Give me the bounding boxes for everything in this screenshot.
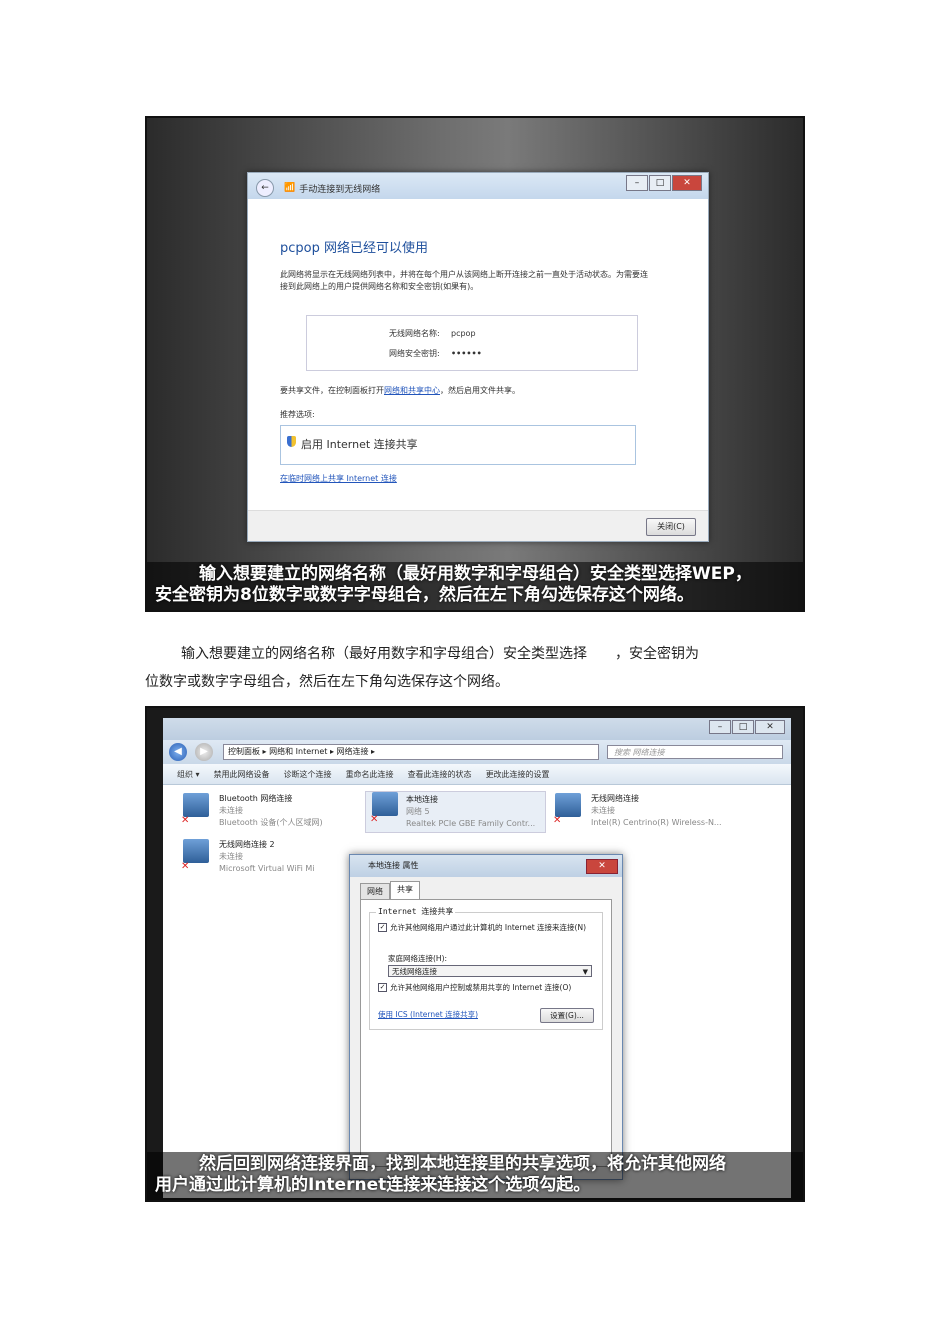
home-network-value: 无线网络连接 [392,967,437,976]
share-text-after: ，然后启用文件共享。 [440,386,520,395]
connection-name: 本地连接 [406,795,438,804]
toolbar-change-settings[interactable]: 更改此连接的设置 [486,769,550,780]
figure2-caption: 然后回到网络连接界面，找到本地连接里的共享选项，将允许其他网络 用户通过此计算机… [147,1152,803,1200]
sharing-tab-panel: Internet 连接共享 ✓ 允许其他网络用户通过此计算机的 Internet … [360,899,612,1167]
paragraph-line-2: 位数字或数字字母组合，然后在左下角勾选保存这个网络。 [145,674,509,690]
home-network-select[interactable]: 无线网络连接 ▼ [388,965,592,977]
ics-help-link[interactable]: 使用 ICS (Internet 连接共享) [378,1009,478,1020]
explorer-titlebar: – □ ✕ [163,718,791,740]
caption-line-2: 用户通过此计算机的Internet连接来连接这个选项勾起。 [155,1175,591,1195]
connection-bluetooth[interactable]: Bluetooth 网络连接 未连接 Bluetooth 设备(个人区域网) [181,793,323,829]
checkbox-checked-icon: ✓ [378,923,387,932]
close-icon[interactable]: ✕ [755,720,785,734]
props-title: 本地连接 属性 [368,861,419,870]
address-bar: ◀ ▶ 控制面板 ▸ 网络和 Internet ▸ 网络连接 ▸ 搜索 网络连接 [163,740,791,764]
caption-line-1: 输入想要建立的网络名称（最好用数字和字母组合）安全类型选择WEP， [199,564,752,584]
connection-status: 网络 5 [406,807,430,816]
security-key-label: 网络安全密钥: [389,349,440,358]
connection-status: 未连接 [591,806,615,815]
manual-connect-dialog: – □ ✕ ← 📶 手动连接到无线网络 pcpop 网络已经可以使用 此网络将显… [247,172,709,542]
dialog-description: 此网络将显示在无线网络列表中，并将在每个用户从该网络上断开连接之前一直处于活动状… [280,270,648,291]
checkbox-checked-icon: ✓ [378,983,387,992]
uac-shield-icon [287,436,296,447]
screenshot-network-connections: – □ ✕ ◀ ▶ 控制面板 ▸ 网络和 Internet ▸ 网络连接 ▸ 搜… [145,706,805,1202]
maximize-icon[interactable]: □ [732,720,754,734]
share-text-before: 要共享文件，在控制面板打开 [280,386,384,395]
close-icon[interactable]: ✕ [672,175,702,191]
back-arrow-icon[interactable]: ← [256,179,274,197]
explorer-window: – □ ✕ ◀ ▶ 控制面板 ▸ 网络和 Internet ▸ 网络连接 ▸ 搜… [163,718,791,1198]
toolbar-rename[interactable]: 重命名此连接 [346,769,394,780]
forward-arrow-icon[interactable]: ▶ [195,743,213,761]
close-button[interactable]: 关闭(C) [646,518,696,536]
network-adapter-icon [370,792,398,826]
network-adapter-icon [181,793,209,827]
recommended-label: 推荐选项: [280,410,315,419]
signal-icon: 📶 [284,183,296,193]
adhoc-share-link[interactable]: 在临时网络上共享 Internet 连接 [280,473,397,484]
close-icon[interactable]: ✕ [586,859,618,874]
body-paragraph: 输入想要建立的网络名称（最好用数字和字母组合）安全类型选择 ，安全密钥为 位数字… [145,640,805,696]
ics-option[interactable]: 启用 Internet 连接共享 [280,425,636,465]
connection-device: Realtek PCIe GBE Family Contr... [406,819,536,828]
network-name-row: 无线网络名称: pcpop [389,328,476,339]
tab-sharing[interactable]: 共享 [390,881,420,899]
toolbar-status[interactable]: 查看此连接的状态 [408,769,472,780]
network-name-value: pcpop [451,329,476,338]
connection-device: Microsoft Virtual WiFi Mi [219,864,315,873]
share-instruction: 要共享文件，在控制面板打开网络和共享中心，然后启用文件共享。 [280,385,520,396]
ics-group-label: Internet 连接共享 [376,906,456,917]
paragraph-line-1: 输入想要建立的网络名称（最好用数字和字母组合）安全类型选择 ，安全密钥为 [181,646,699,662]
figure1-caption: 输入想要建立的网络名称（最好用数字和字母组合）安全类型选择WEP， 安全密钥为8… [147,562,803,610]
local-connection-properties-dialog: 本地连接 属性 ✕ 网络 共享 Internet 连接共享 ✓ 允许其他网络用户通… [349,854,623,1180]
toolbar-disable[interactable]: 禁用此网络设备 [214,769,270,780]
connection-status: 未连接 [219,806,243,815]
connection-device: Bluetooth 设备(个人区域网) [219,818,323,827]
connection-wireless-2[interactable]: 无线网络连接 2 未连接 Microsoft Virtual WiFi Mi [181,839,315,875]
settings-button[interactable]: 设置(G)... [540,1008,594,1023]
minimize-icon[interactable]: – [709,720,731,734]
window-controls: – □ ✕ [708,720,785,734]
home-network-label: 家庭网络连接(H): [388,954,448,963]
address-path[interactable]: 控制面板 ▸ 网络和 Internet ▸ 网络连接 ▸ [223,744,599,760]
toolbar-diagnose[interactable]: 诊断这个连接 [284,769,332,780]
security-key-value: •••••• [451,349,482,358]
caption-line-2: 安全密钥为8位数字或数字字母组合，然后在左下角勾选保存这个网络。 [155,585,694,605]
toolbar-organize[interactable]: 组织 ▾ [177,769,200,780]
security-key-row: 网络安全密钥: •••••• [389,348,482,359]
dialog-title: 手动连接到无线网络 [299,184,381,195]
allow-control-checkbox[interactable]: ✓ 允许其他网络用户控制或禁用共享的 Internet 连接(O) [378,983,592,992]
dialog-nav: ← 📶 手动连接到无线网络 [256,179,380,197]
screenshot-wireless-setup: – □ ✕ ← 📶 手动连接到无线网络 pcpop 网络已经可以使用 此网络将显… [145,116,805,612]
props-titlebar: 本地连接 属性 ✕ [350,855,622,877]
connection-status: 未连接 [219,852,243,861]
connection-local[interactable]: 本地连接 网络 5 Realtek PCIe GBE Family Contr.… [365,791,547,833]
connection-name: 无线网络连接 [591,794,639,803]
dialog-footer: 关闭(C) [248,510,708,541]
network-name-label: 无线网络名称: [389,329,440,338]
connection-wireless[interactable]: 无线网络连接 未连接 Intel(R) Centrino(R) Wireless… [553,793,722,829]
network-sharing-center-link[interactable]: 网络和共享中心 [384,386,440,395]
connection-device: Intel(R) Centrino(R) Wireless-N... [591,818,722,827]
ics-group: Internet 连接共享 ✓ 允许其他网络用户通过此计算机的 Internet … [369,906,603,1030]
caption-line-1: 然后回到网络连接界面，找到本地连接里的共享选项，将允许其他网络 [199,1154,726,1174]
search-input[interactable]: 搜索 网络连接 [607,745,783,759]
maximize-icon[interactable]: □ [649,175,671,191]
connection-name: Bluetooth 网络连接 [219,794,293,803]
minimize-icon[interactable]: – [626,175,648,191]
back-arrow-icon[interactable]: ◀ [169,743,187,761]
window-controls: – □ ✕ [625,175,702,191]
network-adapter-icon [553,793,581,827]
allow-connect-checkbox[interactable]: ✓ 允许其他网络用户通过此计算机的 Internet 连接来连接(N) [378,923,592,932]
allow-control-label: 允许其他网络用户控制或禁用共享的 Internet 连接(O) [390,983,572,992]
ics-option-label: 启用 Internet 连接共享 [301,438,418,451]
network-adapter-icon [181,839,209,873]
connection-name: 无线网络连接 2 [219,840,275,849]
dialog-heading: pcpop 网络已经可以使用 [280,241,428,256]
command-bar: 组织 ▾ 禁用此网络设备 诊断这个连接 重命名此连接 查看此连接的状态 更改此连… [163,764,791,785]
credentials-box: 无线网络名称: pcpop 网络安全密钥: •••••• [306,315,638,371]
allow-connect-label: 允许其他网络用户通过此计算机的 Internet 连接来连接(N) [390,923,587,932]
chevron-down-icon: ▼ [582,968,588,976]
